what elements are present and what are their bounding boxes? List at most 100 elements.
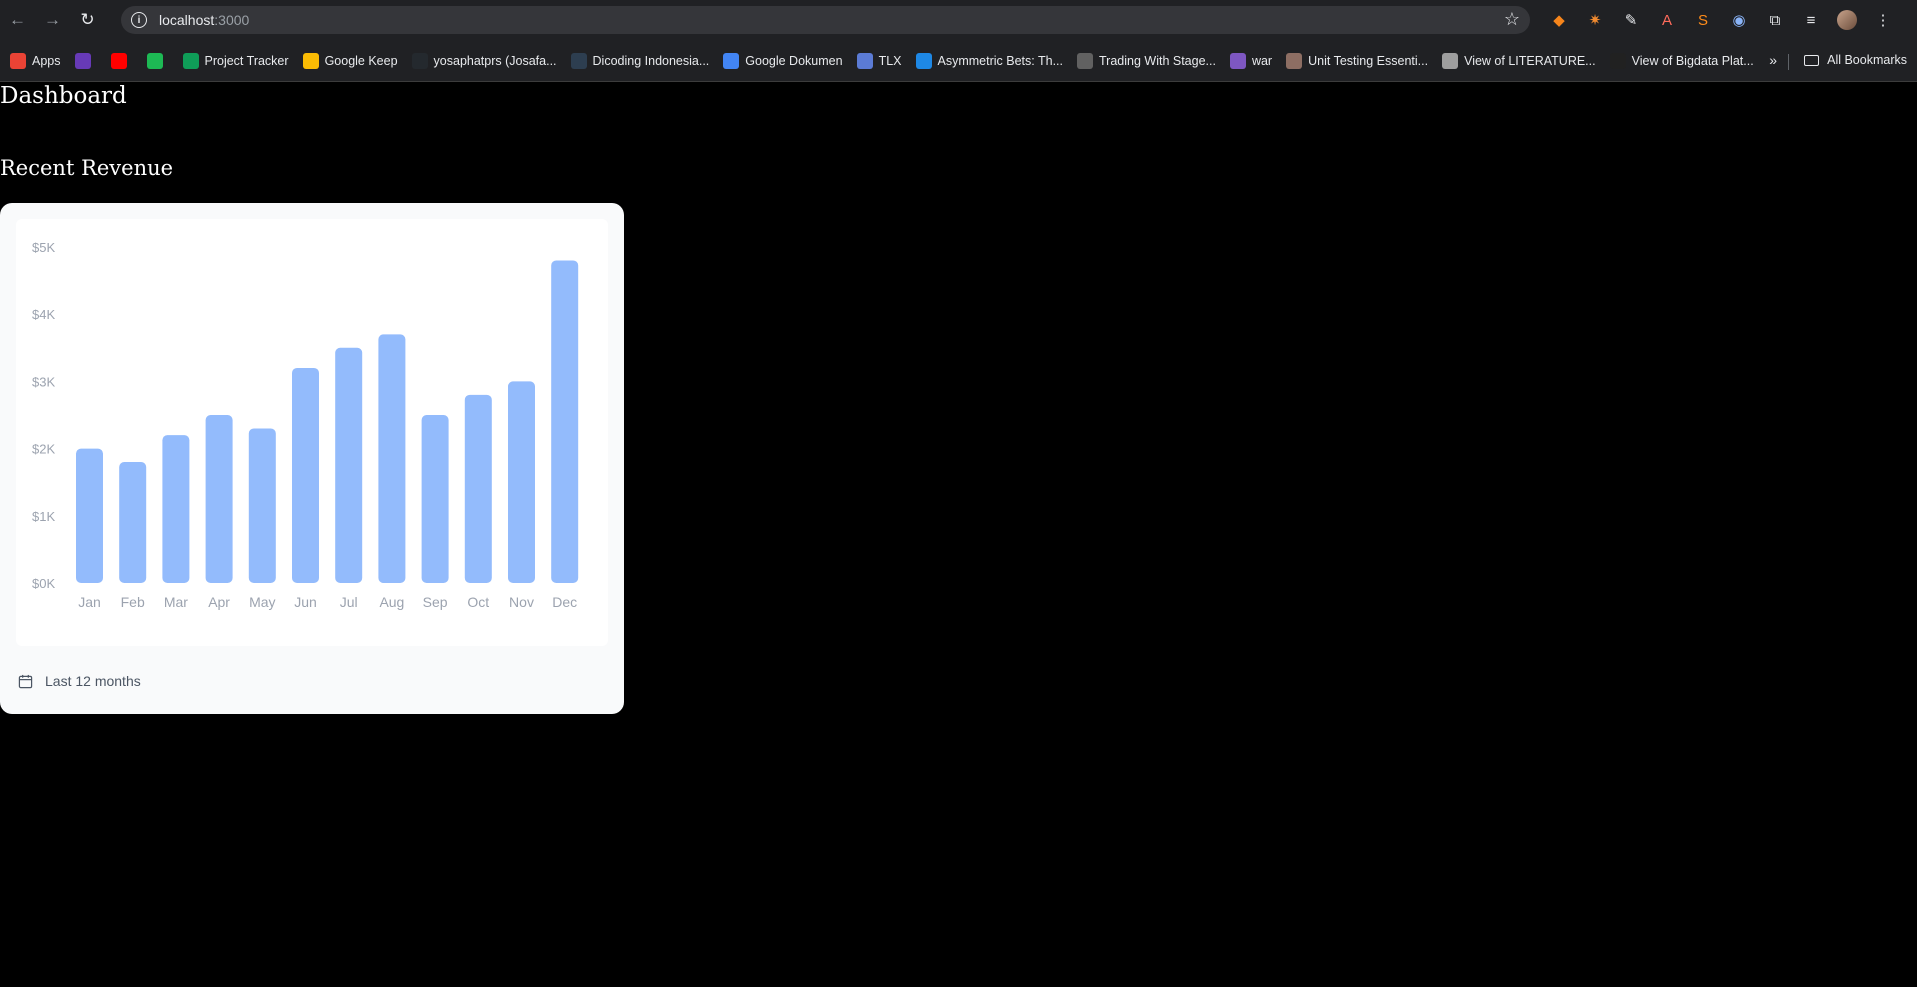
sparkle-icon[interactable]: ✷ — [1577, 0, 1613, 40]
x-tick-label: Jul — [340, 594, 358, 610]
address-bar[interactable]: i localhost:3000 ☆ — [121, 6, 1530, 34]
bookmark-item[interactable]: Asymmetric Bets: Th... — [915, 52, 1064, 69]
puzzle-extensions-icon[interactable]: ⧉ — [1757, 0, 1793, 40]
extensions-area: ◆ ✷ ✎ A S ◉ ⧉ ≡ ⋮ — [1541, 0, 1901, 40]
bookmark-item[interactable]: yosaphatprs (Josafa... — [411, 52, 557, 69]
eyedropper-icon[interactable]: ✎ — [1613, 0, 1649, 40]
bookmark-label: Apps — [32, 53, 61, 68]
x-tick-label: Jan — [78, 594, 101, 610]
x-tick-label: Nov — [509, 594, 534, 610]
chart-footer: Last 12 months — [18, 673, 141, 689]
revenue-chart: $5K $4K $3K $2K $1K $0K Jan Feb Mar Apr May Jun Jul A… — [32, 240, 579, 610]
y-tick-label: $2K — [32, 442, 55, 457]
bookmark-star-icon[interactable]: ☆ — [1504, 9, 1520, 30]
bookmark-item[interactable] — [146, 52, 169, 69]
metamask-icon[interactable]: ◆ — [1541, 0, 1577, 40]
url-text: localhost:3000 — [159, 12, 250, 28]
revenue-bar — [421, 415, 449, 583]
bookmark-label: View of Bigdata Plat... — [1631, 53, 1754, 68]
menu-kebab-icon[interactable]: ⋮ — [1865, 0, 1901, 40]
bookmark-item[interactable]: View of LITERATURE... — [1442, 52, 1596, 69]
github-icon — [411, 52, 428, 69]
trading-icon — [1077, 52, 1093, 69]
x-tick-label: Mar — [164, 594, 188, 610]
revenue-bar — [335, 347, 363, 583]
y-tick-label: $5K — [32, 240, 55, 255]
bookmark-item[interactable]: Dicoding Indonesia... — [570, 52, 710, 69]
revenue-bar — [205, 415, 233, 583]
revenue-bar — [292, 367, 319, 583]
bookmark-item[interactable]: TLX — [856, 52, 902, 69]
site-info-icon[interactable]: i — [131, 12, 147, 28]
s-extension-icon[interactable]: S — [1685, 0, 1721, 40]
revenue-card: $5K $4K $3K $2K $1K $0K Jan Feb Mar Apr May Jun Jul A… — [0, 203, 624, 714]
all-bookmarks-button[interactable]: All Bookmarks — [1804, 53, 1907, 67]
badge-icon — [74, 52, 91, 69]
literature-icon — [1442, 52, 1459, 69]
font-extension-icon[interactable]: A — [1649, 0, 1685, 40]
bookmark-label: yosaphatprs (Josafa... — [433, 53, 557, 68]
sheets-icon — [182, 52, 199, 69]
tlx-icon — [856, 52, 873, 69]
section-title: Recent Revenue — [0, 156, 174, 180]
bookmark-item[interactable]: Apps — [10, 52, 61, 69]
revenue-bar — [248, 428, 276, 583]
media-control-icon[interactable]: ≡ — [1793, 0, 1829, 40]
revenue-chart-panel: $5K $4K $3K $2K $1K $0K Jan Feb Mar Apr May Jun Jul A… — [16, 219, 608, 646]
all-bookmarks-label: All Bookmarks — [1827, 53, 1907, 67]
apps-grid-icon — [10, 52, 26, 69]
revenue-bar — [162, 435, 190, 583]
back-button[interactable]: ← — [0, 0, 35, 40]
bookmark-item[interactable]: View of Bigdata Plat... — [1609, 52, 1754, 69]
more-bookmarks-chevron-icon[interactable]: » — [1769, 52, 1777, 68]
asymmetric-icon — [915, 52, 932, 69]
revenue-bar — [119, 462, 147, 583]
y-tick-label: $4K — [32, 307, 55, 322]
bookmark-label: Asymmetric Bets: Th... — [937, 53, 1064, 68]
x-tick-label: Oct — [467, 594, 489, 610]
pkp-icon — [1609, 52, 1626, 69]
bookmark-item[interactable]: Project Tracker — [182, 52, 289, 69]
bookmark-item[interactable]: Unit Testing Essenti... — [1286, 52, 1429, 69]
revenue-bar — [378, 334, 406, 583]
bookmark-item[interactable]: Trading With Stage... — [1077, 52, 1216, 69]
x-tick-label: Sep — [423, 594, 448, 610]
bookmark-label: Unit Testing Essenti... — [1308, 53, 1429, 68]
profile-avatar[interactable] — [1829, 0, 1865, 40]
revenue-bar — [551, 260, 579, 583]
bookmark-item[interactable]: Google Keep — [302, 52, 398, 69]
bookmark-label: war — [1251, 53, 1273, 68]
bookmark-item[interactable]: war — [1229, 52, 1273, 69]
forward-button[interactable]: → — [35, 0, 70, 40]
x-tick-label: Dec — [552, 594, 577, 610]
bookmark-label: TLX — [878, 53, 902, 68]
bookmarks-divider — [1788, 54, 1789, 70]
bookmark-label: Google Keep — [324, 53, 398, 68]
bookmark-item[interactable]: Google Dokumen — [723, 52, 843, 69]
bookmark-label: Trading With Stage... — [1099, 53, 1216, 68]
x-tick-label: Aug — [379, 594, 404, 610]
revenue-bar — [508, 381, 535, 583]
calendar-icon — [18, 674, 33, 688]
x-tick-label: May — [249, 594, 275, 610]
bookmark-item[interactable] — [110, 52, 133, 69]
page-title: Dashboard — [0, 83, 127, 109]
bookmarks-bar: Apps Project Tracker Google Keep yosaphatpr… — [0, 40, 1917, 82]
x-tick-label: Feb — [121, 594, 145, 610]
bookmark-label: View of LITERATURE... — [1464, 53, 1596, 68]
bookmark-item[interactable] — [74, 52, 97, 69]
x-tick-label: Apr — [208, 594, 230, 610]
circle-extension-icon[interactable]: ◉ — [1721, 0, 1757, 40]
folder-icon — [1804, 54, 1820, 66]
browser-toolbar: ← → ↻ i localhost:3000 ☆ ◆ ✷ ✎ A S ◉ ⧉ ≡… — [0, 0, 1917, 40]
y-tick-label: $0K — [32, 576, 55, 591]
reload-button[interactable]: ↻ — [70, 0, 105, 40]
y-tick-label: $1K — [32, 509, 55, 524]
bookmark-label: Dicoding Indonesia... — [592, 53, 710, 68]
revenue-bar — [464, 394, 492, 583]
footer-label: Last 12 months — [45, 673, 141, 689]
unit-testing-icon — [1286, 52, 1303, 69]
war-icon — [1229, 52, 1246, 69]
y-tick-label: $3K — [32, 374, 55, 389]
keep-icon — [302, 52, 319, 69]
